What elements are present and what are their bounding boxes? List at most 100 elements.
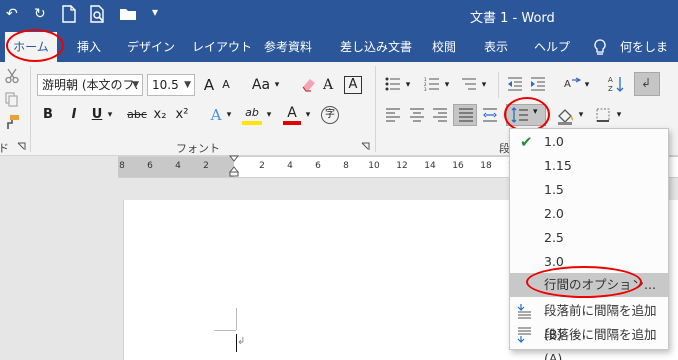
ruler-number: 14 [424,161,436,171]
chevron-down-icon[interactable]: ▾ [442,74,452,96]
title-bar: ↶ ↻ ▾ 文書 1 - Word [0,0,678,32]
paragraph-mark-icon: ↲ [237,336,246,347]
menu-item-label: 段落後に間隔を追加(A) [544,327,657,360]
menu-item-label: 2.5 [544,230,564,245]
format-painter-icon[interactable] [4,114,20,130]
annotation-circle-line-spacing-options [526,266,642,298]
open-folder-icon[interactable] [119,7,137,25]
text-effects-button[interactable]: A [208,104,224,126]
shading-icon[interactable] [556,107,574,125]
highlight-color-bar [242,121,262,125]
svg-text:A: A [564,79,571,90]
enclose-characters-button[interactable]: 字 [321,106,339,124]
change-case-button[interactable]: Aa [250,74,272,96]
chevron-down-icon[interactable]: ▾ [582,74,592,96]
distributed-icon[interactable] [482,108,498,122]
customize-qat-icon[interactable]: ▾ [152,5,158,19]
shrink-font-button[interactable]: A [218,74,234,96]
underline-button[interactable]: U [90,104,104,126]
font-name-value: 游明朝 (本文のフ: [42,78,139,92]
chevron-down-icon[interactable]: ▾ [272,74,282,96]
chevron-down-icon[interactable]: ▾ [303,104,313,126]
justify-button[interactable] [453,104,477,126]
new-document-icon[interactable] [62,5,76,27]
numbering-icon[interactable]: 123 [424,77,440,91]
superscript-button[interactable]: x² [174,104,190,126]
svg-text:3: 3 [424,87,427,91]
bold-button[interactable]: B [41,104,55,126]
sort-icon[interactable]: AZ [608,75,624,93]
bullets-icon[interactable] [385,77,401,91]
borders-icon[interactable] [596,108,610,122]
tab-layout[interactable]: レイアウト [190,32,254,62]
chevron-down-icon[interactable]: ▾ [576,104,586,126]
margin-crop-mark [214,330,236,331]
margin-crop-mark [236,308,237,330]
line-spacing-1-5[interactable]: 1.5 [510,178,668,202]
undo-icon[interactable]: ↶ [6,6,18,22]
pilcrow-icon: ↲ [641,76,652,90]
font-dialog-launcher-icon[interactable] [361,142,370,151]
ruler-number: 2 [203,161,209,171]
chevron-down-icon[interactable]: ▾ [614,104,624,126]
line-spacing-1-0[interactable]: ✔ 1.0 [510,130,668,154]
clear-formatting-icon[interactable] [300,77,316,93]
menu-item-label: 1.0 [544,134,564,149]
ruler-number: 8 [119,161,125,171]
decrease-indent-icon[interactable] [507,77,523,91]
font-color-bar [283,121,301,125]
align-center-icon[interactable] [409,108,425,122]
tab-references[interactable]: 参考資料 [262,32,314,62]
italic-button[interactable]: I [68,104,80,126]
line-spacing-2-0[interactable]: 2.0 [510,202,668,226]
clipboard-launcher-icon[interactable] [17,142,26,151]
chevron-down-icon[interactable]: ▾ [264,104,274,126]
indent-marker-icon[interactable] [228,155,240,180]
chevron-down-icon[interactable]: ▾ [479,74,489,96]
tab-design[interactable]: デザイン [125,32,177,62]
line-spacing-2-5[interactable]: 2.5 [510,226,668,250]
copy-icon[interactable] [5,92,19,108]
redo-icon[interactable]: ↻ [34,6,46,22]
line-spacing-1-15[interactable]: 1.15 [510,154,668,178]
ruler-number: 6 [147,161,153,171]
menu-item-label: 2.0 [544,206,564,221]
subscript-button[interactable]: x₂ [152,104,168,126]
tab-mailings[interactable]: 差し込み文書 [338,32,414,62]
chevron-down-icon[interactable]: ▾ [105,104,115,126]
tab-review[interactable]: 校閲 [430,32,458,62]
print-preview-icon[interactable] [90,5,106,27]
phonetic-guide-button[interactable]: A [320,74,336,96]
align-right-icon[interactable] [432,108,448,122]
ribbon-tabs: ホーム 挿入 デザイン レイアウト 参考資料 差し込み文書 校閲 表示 ヘルプ … [0,32,678,84]
add-space-before-paragraph[interactable]: 段落前に間隔を追加(B) [510,299,668,342]
font-size-value: 10.5 [152,78,179,92]
asian-layout-icon[interactable]: A [563,76,581,92]
menu-item-label: 1.5 [544,182,564,197]
tab-view[interactable]: 表示 [482,32,510,62]
character-border-button[interactable]: A [344,76,362,94]
annotation-circle-home-tab [6,29,64,62]
chevron-down-icon[interactable]: ▾ [224,104,234,126]
ruler-number: 4 [287,161,293,171]
add-space-after-paragraph[interactable]: 段落後に間隔を追加(A) [510,323,668,360]
align-left-icon[interactable] [385,108,401,122]
tab-insert[interactable]: 挿入 [75,32,103,62]
grow-font-button[interactable]: A [200,74,218,96]
tell-me-search[interactable]: 何をしますか [618,32,678,84]
font-name-combo[interactable]: 游明朝 (本文のフ: ▼ [37,74,143,96]
annotation-circle-line-spacing [504,97,550,132]
ruler-number: 16 [452,161,464,171]
show-formatting-marks-button[interactable]: ↲ [634,72,660,96]
font-size-combo[interactable]: 10.5 ▼ [147,74,195,96]
ruler-number: 2 [259,161,265,171]
increase-indent-icon[interactable] [530,77,546,91]
window-title: 文書 1 - Word [470,11,555,26]
cut-icon[interactable] [5,68,19,84]
multilevel-list-icon[interactable] [461,77,477,91]
tab-help[interactable]: ヘルプ [532,32,572,62]
chevron-down-icon: ▼ [184,80,191,90]
chevron-down-icon[interactable]: ▾ [403,74,413,96]
strikethrough-button[interactable]: abc [126,104,148,126]
chevron-down-icon: ▼ [132,80,139,90]
